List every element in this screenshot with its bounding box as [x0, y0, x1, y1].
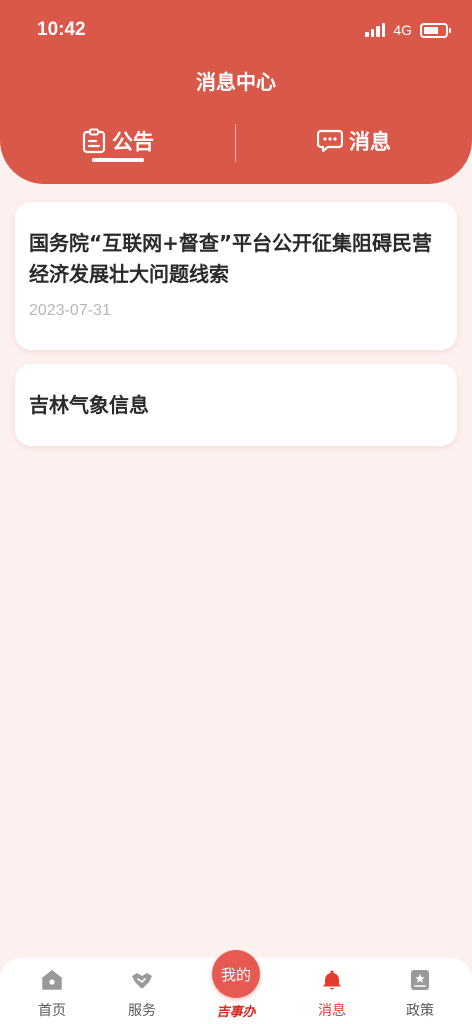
notice-board-icon	[82, 128, 106, 154]
policy-icon	[411, 970, 429, 990]
notice-list: 国务院“互联网+督查”平台公开征集阻碍民营经济发展壮大问题线索 2023-07-…	[15, 202, 457, 460]
signal-icon	[365, 23, 386, 37]
tab-notices-label: 公告	[112, 130, 154, 154]
bottom-nav: 首页 服务 我的 吉事办 消息 政策	[0, 950, 472, 1024]
profile-center-button[interactable]: 我的	[212, 950, 260, 998]
tab-divider	[235, 124, 236, 162]
notice-date: 2023-07-31	[29, 302, 111, 319]
home-icon	[42, 970, 62, 990]
active-tab-indicator	[92, 158, 144, 162]
status-time: 10:42	[37, 19, 86, 40]
status-indicators: 4G	[365, 20, 451, 40]
status-bar: 10:42 4G	[0, 0, 472, 60]
nav-messages[interactable]: 消息	[292, 958, 372, 1024]
tab-bar: 公告 消息	[0, 118, 472, 170]
nav-home[interactable]: 首页	[12, 958, 92, 1024]
notice-card[interactable]: 国务院“互联网+督查”平台公开征集阻碍民营经济发展壮大问题线索 2023-07-…	[15, 202, 457, 350]
handshake-icon	[132, 973, 152, 989]
nav-messages-label: 消息	[318, 1003, 346, 1019]
header: 10:42 4G 消息中心 公告 消息	[0, 0, 472, 184]
nav-policy[interactable]: 政策	[380, 958, 460, 1024]
nav-policy-label: 政策	[406, 1003, 434, 1019]
app-brand-caption: 吉事办	[216, 1005, 256, 1020]
notice-title: 国务院“互联网+督查”平台公开征集阻碍民营经济发展壮大问题线索	[29, 231, 433, 286]
chat-bubble-icon	[317, 129, 343, 153]
battery-icon	[420, 22, 451, 38]
tab-messages[interactable]: 消息	[296, 118, 412, 164]
tab-messages-label: 消息	[349, 130, 391, 154]
notice-card[interactable]: 吉林气象信息	[15, 364, 457, 446]
page-title: 消息中心	[196, 70, 276, 94]
bell-icon	[323, 970, 341, 990]
network-type: 4G	[393, 22, 412, 38]
nav-home-label: 首页	[38, 1003, 66, 1019]
nav-services[interactable]: 服务	[102, 958, 182, 1024]
notice-title: 吉林气象信息	[29, 392, 149, 417]
nav-services-label: 服务	[128, 1003, 156, 1019]
